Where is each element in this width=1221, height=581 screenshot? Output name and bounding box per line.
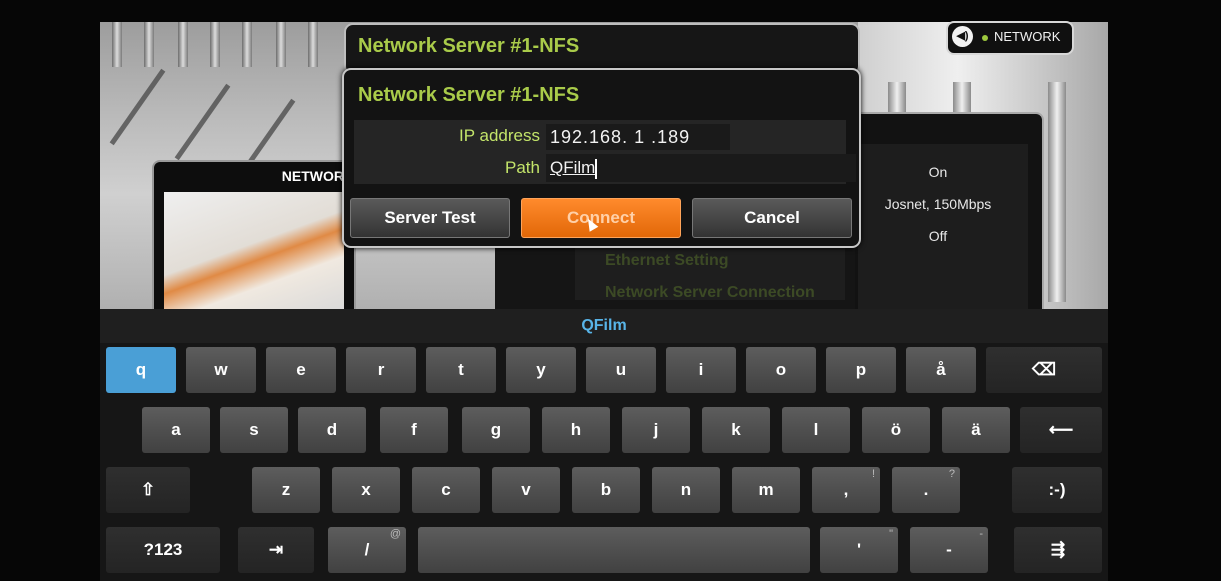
enter-icon: ⟵	[1048, 420, 1074, 439]
key-x[interactable]: x	[332, 467, 400, 513]
symbols-mode-key[interactable]: ?123	[106, 527, 220, 573]
ip-address-label: IP address	[459, 126, 540, 145]
status-dot	[982, 35, 988, 41]
network-badge: ◀) NETWORK	[946, 21, 1074, 55]
key-dash[interactable]: --	[910, 527, 988, 573]
info-value: Josnet, 150Mbps	[884, 196, 992, 212]
backspace-key[interactable]: ⌫	[986, 347, 1102, 393]
network-settings-menu: Ethernet Setting Network Server Connecti…	[495, 240, 855, 310]
space-key[interactable]	[418, 527, 810, 573]
key-r[interactable]: r	[346, 347, 416, 393]
server-test-button[interactable]: Server Test	[350, 198, 510, 238]
dialog-title: Network Server #1-NFS	[358, 84, 580, 106]
info-value: On	[928, 164, 948, 180]
key-a-ring[interactable]: å	[906, 347, 976, 393]
tab-key[interactable]: ⇥	[238, 527, 314, 573]
network-cable-image	[164, 192, 344, 312]
tab-icon: ⇥	[268, 540, 284, 559]
cancel-button[interactable]: Cancel	[692, 198, 852, 238]
text-cursor	[595, 158, 598, 179]
key-p[interactable]: p	[826, 347, 896, 393]
key-u[interactable]: u	[586, 347, 656, 393]
key-z[interactable]: z	[252, 467, 320, 513]
info-value: Off	[928, 228, 948, 244]
key-v[interactable]: v	[492, 467, 560, 513]
key-e[interactable]: e	[266, 347, 336, 393]
key-l[interactable]: l	[782, 407, 850, 453]
key-k[interactable]: k	[702, 407, 770, 453]
keyboard-settings-key[interactable]: ⇶	[1014, 527, 1102, 573]
key-period[interactable]: .?	[892, 467, 960, 513]
key-d[interactable]: d	[298, 407, 366, 453]
enter-key[interactable]: ⟵	[1020, 407, 1102, 453]
backspace-icon: ⌫	[1031, 360, 1057, 379]
key-q[interactable]: q	[106, 347, 176, 393]
key-a[interactable]: a	[142, 407, 210, 453]
menu-item-network-server-connection[interactable]: Network Server Connection	[605, 284, 815, 302]
network-panel-label: NETWOR	[281, 168, 344, 184]
smiley-key[interactable]: :-)	[1012, 467, 1102, 513]
network-thumbnail-panel: NETWOR	[152, 160, 356, 312]
shift-key[interactable]: ⇧	[106, 467, 190, 513]
path-label: Path	[505, 158, 540, 177]
network-info-panel: On Josnet, 150Mbps Off	[848, 112, 1044, 314]
path-value-text: QFilm	[550, 158, 596, 177]
key-slash[interactable]: / @	[328, 527, 406, 573]
key-apostrophe[interactable]: ' "	[820, 527, 898, 573]
key-m[interactable]: m	[732, 467, 800, 513]
shift-icon: ⇧	[140, 480, 156, 499]
menu-item-ethernet-setting[interactable]: Ethernet Setting	[605, 252, 729, 270]
key-j[interactable]: j	[622, 407, 690, 453]
key-n[interactable]: n	[652, 467, 720, 513]
path-field[interactable]: QFilm	[546, 154, 856, 182]
key-f[interactable]: f	[380, 407, 448, 453]
connect-button[interactable]: Connect	[521, 198, 681, 238]
dialog-fields: IP address 192.168. 1 .189 Path QFilm	[354, 120, 856, 184]
key-s[interactable]: s	[220, 407, 288, 453]
background-dialog-title: Network Server #1-NFS	[358, 35, 580, 57]
key-g[interactable]: g	[462, 407, 530, 453]
key-w[interactable]: w	[186, 347, 256, 393]
on-screen-keyboard: QFilm q w e r t y u i o p å ⌫ a s d f g …	[100, 309, 1108, 581]
key-c[interactable]: c	[412, 467, 480, 513]
network-badge-label: NETWORK	[994, 29, 1061, 44]
key-a-umlaut[interactable]: ä	[942, 407, 1010, 453]
ip-address-field[interactable]: 192.168. 1 .189	[546, 124, 730, 150]
nfs-server-dialog: Network Server #1-NFS IP address 192.168…	[342, 68, 861, 248]
keyboard-preview: QFilm	[100, 309, 1108, 343]
key-comma[interactable]: ,!	[812, 467, 880, 513]
audio-icon: ◀)	[952, 26, 973, 47]
key-y[interactable]: y	[506, 347, 576, 393]
settings-icon: ⇶	[1050, 540, 1066, 559]
key-b[interactable]: b	[572, 467, 640, 513]
tv-screen: NETWOR On Josnet, 150Mbps Off Ethernet S…	[0, 0, 1221, 581]
key-h[interactable]: h	[542, 407, 610, 453]
key-t[interactable]: t	[426, 347, 496, 393]
key-o-umlaut[interactable]: ö	[862, 407, 930, 453]
key-i[interactable]: i	[666, 347, 736, 393]
key-o[interactable]: o	[746, 347, 816, 393]
